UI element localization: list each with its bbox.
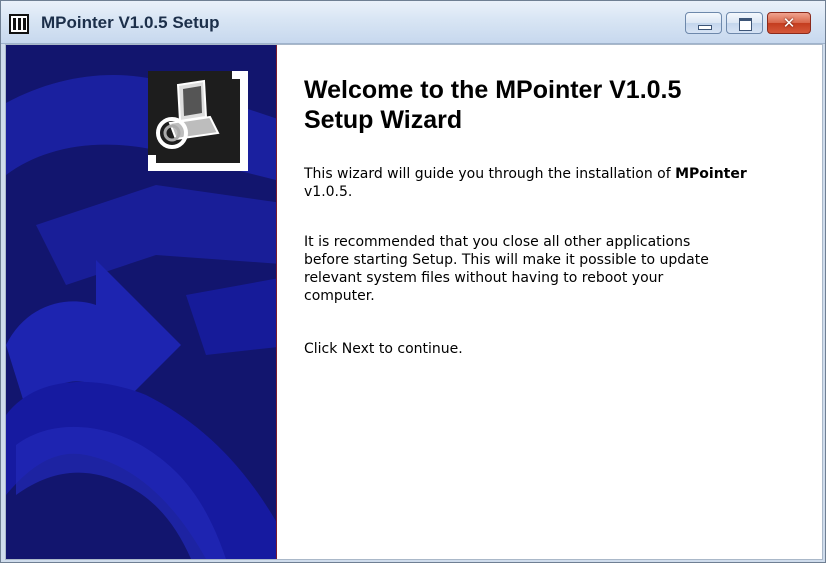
minimize-button[interactable] bbox=[685, 12, 722, 34]
welcome-heading-line1: Welcome to the MPointer V1.0.5 bbox=[304, 76, 682, 104]
recommendation-line2: before starting Setup. This will make it… bbox=[304, 252, 709, 268]
app-icon-bar bbox=[23, 18, 26, 30]
window-title: MPointer V1.0.5 Setup bbox=[41, 13, 220, 32]
intro-text: This wizard will guide you through the i… bbox=[304, 166, 676, 182]
side-banner bbox=[6, 45, 277, 559]
product-version: v1.0.5. bbox=[304, 184, 353, 200]
intro-paragraph: This wizard will guide you through the i… bbox=[304, 165, 814, 201]
close-icon: ✕ bbox=[782, 14, 796, 32]
setup-window: MPointer V1.0.5 Setup ✕ Welcome to the M… bbox=[0, 0, 826, 563]
app-icon-bar bbox=[18, 18, 21, 30]
continue-instruction: Click Next to continue. bbox=[304, 341, 463, 357]
recommendation-paragraph: It is recommended that you close all oth… bbox=[304, 233, 814, 305]
welcome-heading: Welcome to the MPointer V1.0.5 Setup Wiz… bbox=[304, 75, 784, 135]
welcome-content: Welcome to the MPointer V1.0.5 Setup Wiz… bbox=[304, 45, 814, 559]
product-name: MPointer bbox=[675, 166, 747, 182]
maximize-button[interactable] bbox=[726, 12, 763, 34]
installer-computer-glyph bbox=[148, 71, 232, 155]
installer-computer-icon bbox=[148, 71, 240, 163]
wizard-page: Welcome to the MPointer V1.0.5 Setup Wiz… bbox=[5, 44, 823, 560]
app-icon[interactable] bbox=[9, 14, 29, 34]
installer-logo bbox=[148, 71, 248, 171]
maximize-icon bbox=[739, 18, 752, 31]
title-bar[interactable]: MPointer V1.0.5 Setup ✕ bbox=[1, 1, 825, 44]
app-icon-bar bbox=[13, 18, 16, 30]
welcome-heading-line2: Setup Wizard bbox=[304, 106, 463, 134]
recommendation-line3: relevant system files without having to … bbox=[304, 270, 664, 286]
minimize-icon bbox=[698, 25, 712, 30]
recommendation-line1: It is recommended that you close all oth… bbox=[304, 234, 691, 250]
recommendation-line4: computer. bbox=[304, 288, 375, 304]
close-button[interactable]: ✕ bbox=[767, 12, 811, 34]
